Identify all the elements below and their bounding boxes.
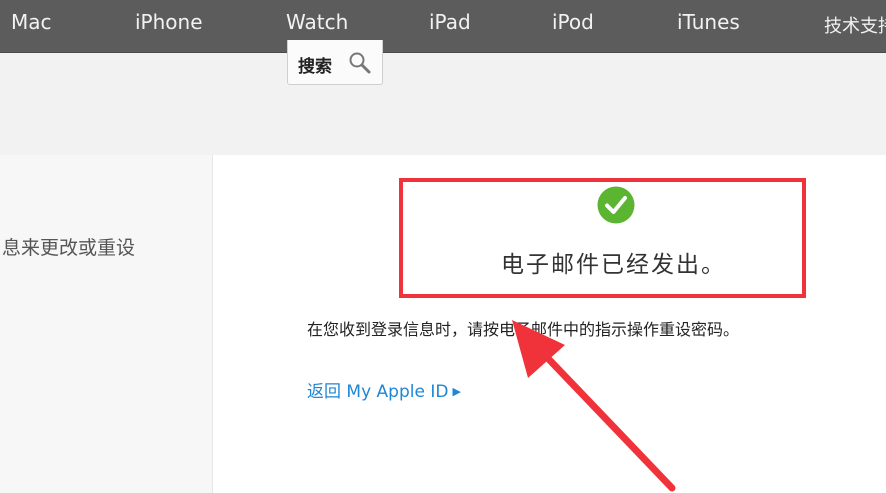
annotation-arrow [512,320,676,492]
